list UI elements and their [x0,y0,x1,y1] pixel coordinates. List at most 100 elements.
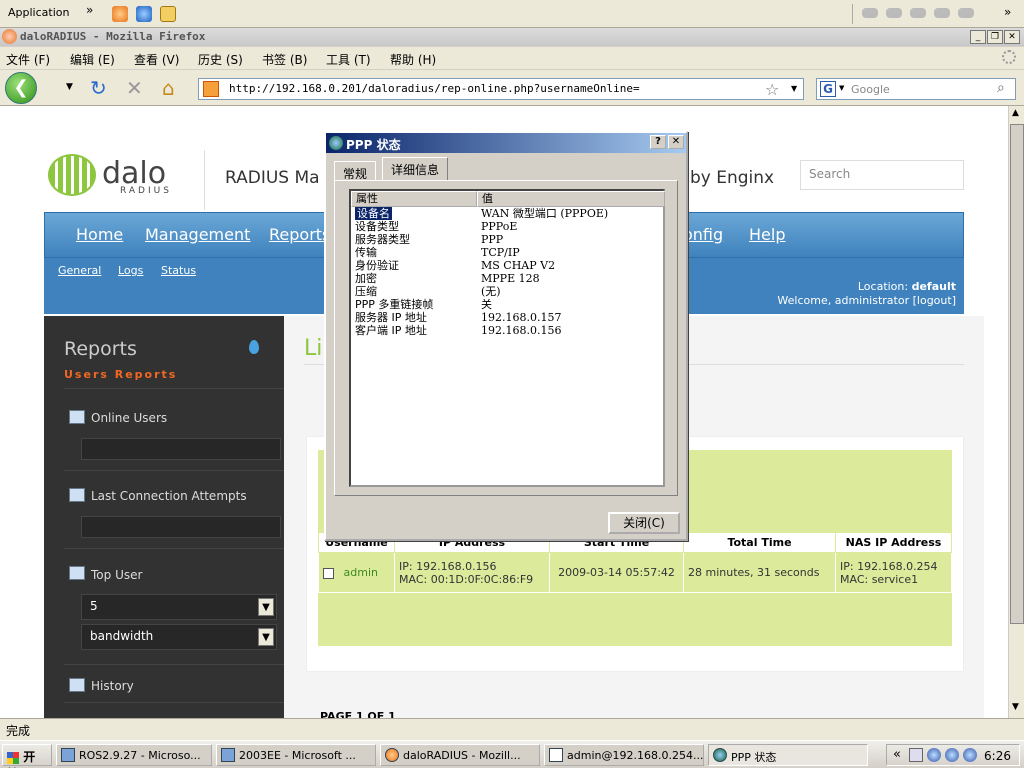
last-connection-field[interactable] [81,516,281,538]
taskbar-item-2003ee[interactable]: 2003EE - Microsoft ... [216,744,376,766]
nav-help[interactable]: Help [749,225,785,244]
list-item[interactable]: 压缩 (无) [351,285,663,298]
menu-edit[interactable]: 编辑 (E) [70,51,115,68]
nav-config[interactable]: onfig [683,225,723,244]
network-icon[interactable] [963,748,977,762]
ie-launch-icon[interactable] [136,6,152,22]
url-bar[interactable]: http://192.168.0.201/daloradius/rep-onli… [198,78,804,100]
scroll-down-icon[interactable]: ▼ [1012,702,1019,712]
window-icon [221,748,235,762]
google-engine-icon[interactable]: G [820,81,836,97]
back-button[interactable]: ❮ [5,72,37,104]
list-item[interactable]: 服务器 IP 地址 192.168.0.157 [351,311,663,324]
row-key: 加密 [355,272,377,285]
list-item[interactable]: PPP 多重链接帧 关 [351,298,663,311]
search-placeholder[interactable]: Google [851,83,890,96]
col-nas-ip[interactable]: NAS IP Address [835,532,952,553]
close-window-button[interactable]: ✕ [1004,30,1020,44]
menu-view[interactable]: 查看 (V) [134,51,179,68]
list-item[interactable]: 客户端 IP 地址 192.168.0.156 [351,324,663,337]
username-link[interactable]: admin [344,566,378,579]
minimize-button[interactable]: _ [970,30,986,44]
reload-icon[interactable]: ↻ [90,76,107,100]
subnav-logs[interactable]: Logs [118,264,143,277]
quicklaunch-chevron-icon[interactable]: » [86,3,93,17]
tray-app-icon[interactable] [886,8,902,18]
sidebar-item-history[interactable]: History [91,679,134,693]
dalo-logo[interactable]: dalo RADIUS [48,154,208,204]
list-item[interactable]: 传输 TCP/IP [351,246,663,259]
list-item[interactable]: 服务器类型 PPP [351,233,663,246]
menu-bookmarks[interactable]: 书签 (B) [262,51,307,68]
top-metric-select[interactable]: bandwidth ▼ [81,624,277,650]
engine-dropdown-icon[interactable]: ▼ [839,84,844,92]
dialog-close-icon[interactable]: ✕ [668,135,684,149]
nav-management[interactable]: Management [145,225,250,244]
scroll-thumb[interactable] [1010,124,1024,624]
menu-history[interactable]: 历史 (S) [198,51,243,68]
nav-reports[interactable]: Reports [269,225,330,244]
start-button[interactable]: 开始 [2,744,52,768]
nav-home[interactable]: Home [76,225,123,244]
search-icon[interactable]: ⌕ [997,80,1005,96]
bookmark-star-icon[interactable]: ☆ [765,80,779,99]
online-users-field[interactable] [81,438,281,460]
tray-app-icon[interactable] [958,8,974,18]
top-count-select[interactable]: 5 ▼ [81,594,277,620]
subnav-general[interactable]: General [58,264,101,277]
logo-globe-icon [48,154,96,196]
col-total-time[interactable]: Total Time [683,532,836,553]
col-value[interactable]: 值 [477,191,665,207]
menu-tools[interactable]: 工具 (T) [326,51,371,68]
firefox-launch-icon[interactable] [112,6,128,22]
restore-button[interactable]: ❐ [987,30,1003,44]
menu-help[interactable]: 帮助 (H) [390,51,436,68]
tray-app-icon[interactable] [934,8,950,18]
subnav-status[interactable]: Status [161,264,196,277]
url-dropdown-icon[interactable]: ▼ [791,84,797,93]
folder-launch-icon[interactable] [160,6,176,22]
sidebar-item-top-user[interactable]: Top User [91,568,142,582]
taskbar-item-ssh[interactable]: admin@192.168.0.254... [544,744,704,766]
site-search-input[interactable]: Search [800,160,964,190]
clock[interactable]: 6:26 [984,749,1011,763]
logout-link[interactable]: [logout] [913,294,956,307]
history-dropdown-icon[interactable]: ▼ [66,82,73,92]
taskbar-item-firefox[interactable]: daloRADIUS - Mozill... [380,744,540,766]
menu-file[interactable]: 文件 (F) [6,51,50,68]
row-checkbox[interactable] [323,567,334,579]
tab-general[interactable]: 常规 [334,161,377,181]
home-icon[interactable]: ⌂ [162,76,175,100]
search-bar[interactable]: G ▼ Google ⌕ [816,78,1016,100]
speaker-icon[interactable] [909,748,923,762]
list-item[interactable]: 设备类型 PPPoE [351,220,663,233]
network-icon[interactable] [945,748,959,762]
url-text[interactable]: http://192.168.0.201/daloradius/rep-onli… [229,82,640,95]
taskbar-item-ppp[interactable]: PPP 状态 [708,744,868,766]
list-item[interactable]: 身份验证 MS CHAP V2 [351,259,663,272]
scroll-up-icon[interactable]: ▲ [1012,108,1019,118]
list-item[interactable]: 设备名 WAN 微型端口 (PPPOE) [351,207,663,220]
ip-value: IP: 192.168.0.156 [399,559,497,573]
vertical-scrollbar[interactable]: ▲ ▼ [1008,106,1024,718]
application-label[interactable]: Application [8,6,69,19]
sidebar: Reports Users Reports Online Users Last … [44,316,284,718]
cell-start-time: 2009-03-14 05:57:42 [549,552,684,593]
sidebar-item-last-connection[interactable]: Last Connection Attempts [91,489,247,503]
sidebar-item-online-users[interactable]: Online Users [91,411,167,425]
list-item[interactable]: 加密 MPPE 128 [351,272,663,285]
help-button[interactable]: ? [650,135,666,149]
tab-details[interactable]: 详细信息 [382,157,449,181]
stop-icon[interactable]: ✕ [126,76,143,100]
network-icon[interactable] [927,748,941,762]
tray-app-icon[interactable] [910,8,926,18]
taskbar-item-ros[interactable]: ROS2.9.27 - Microso... [56,744,212,766]
col-property[interactable]: 属性 [351,191,477,207]
tray-expand-icon[interactable]: « [893,747,901,762]
toolbar-chevron-icon[interactable]: » [1004,5,1011,19]
close-button[interactable]: 关闭(C) [608,512,680,534]
chevron-down-icon[interactable]: ▼ [258,628,274,646]
details-list[interactable]: 属性 值 设备名 WAN 微型端口 (PPPOE) 设备类型 PPPoE 服务器类型… [349,189,665,487]
tray-app-icon[interactable] [862,8,878,18]
chevron-down-icon[interactable]: ▼ [258,598,274,616]
